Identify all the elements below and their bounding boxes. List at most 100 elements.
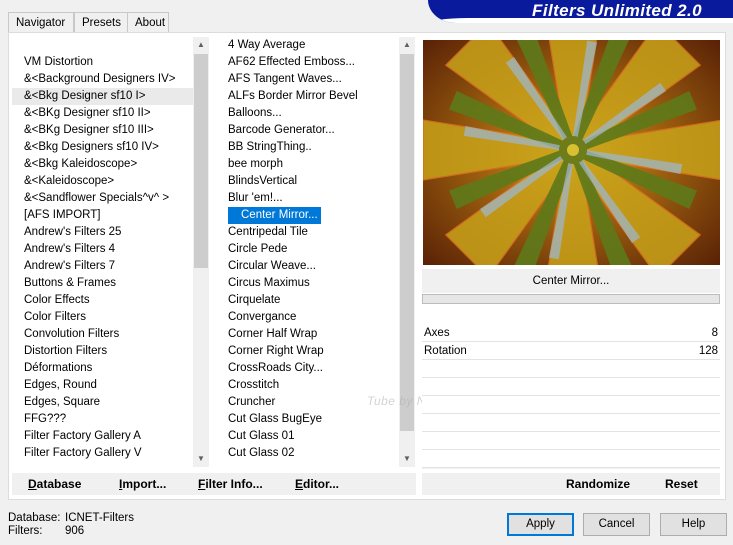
scroll-up-icon[interactable]: ▲ bbox=[193, 37, 209, 53]
filter-item[interactable]: Centripedal Tile bbox=[215, 224, 399, 241]
scroll-thumb[interactable] bbox=[400, 54, 414, 431]
param-row-empty bbox=[422, 360, 720, 378]
filter-item-label: AF62 Effected Emboss... bbox=[228, 56, 355, 68]
category-item[interactable]: Andrew's Filters 25 bbox=[12, 224, 193, 241]
filter-item[interactable]: Corner Half Wrap bbox=[215, 326, 399, 343]
filter-item[interactable]: Convergance bbox=[215, 309, 399, 326]
category-item[interactable]: &<Sandflower Specials^v^ > bbox=[12, 190, 193, 207]
selected-filter-name: Center Mirror... bbox=[422, 269, 720, 293]
category-item[interactable]: &<Bkg Kaleidoscope> bbox=[12, 156, 193, 173]
category-item[interactable]: Filter Factory Gallery A bbox=[12, 428, 193, 445]
status-info: Database: ICNET-Filters Filters: 906 bbox=[8, 512, 134, 538]
category-item[interactable]: &<Background Designers IV> bbox=[12, 71, 193, 88]
title-banner: Filters Unlimited 2.0 bbox=[428, 0, 733, 23]
category-item[interactable]: &<Kaleidoscope> bbox=[12, 173, 193, 190]
filter-item[interactable]: BlindsVertical bbox=[215, 173, 399, 190]
scroll-down-icon[interactable]: ▼ bbox=[193, 451, 209, 467]
category-item[interactable]: VM Distortion bbox=[12, 54, 193, 71]
database-value: ICNET-Filters bbox=[65, 512, 134, 524]
param-value[interactable]: 8 bbox=[712, 324, 718, 342]
filter-info-button[interactable]: Filter Info... bbox=[198, 477, 263, 491]
category-item[interactable]: Andrew's Filters 4 bbox=[12, 241, 193, 258]
apply-button[interactable]: Apply bbox=[507, 513, 574, 536]
database-button[interactable]: Database bbox=[28, 477, 81, 491]
category-item[interactable]: Edges, Round bbox=[12, 377, 193, 394]
filter-item-label: bee morph bbox=[228, 158, 283, 170]
filter-item[interactable]: Barcode Generator... bbox=[215, 122, 399, 139]
editor-button[interactable]: Editor... bbox=[295, 477, 339, 491]
filter-item[interactable]: Balloons... bbox=[215, 105, 399, 122]
category-item[interactable]: &<Bkg Designer sf10 I> bbox=[12, 88, 193, 105]
tab-navigator[interactable]: Navigator bbox=[8, 12, 74, 32]
filter-item[interactable]: Cirquelate bbox=[215, 292, 399, 309]
filter-item[interactable]: ALFs Border Mirror Bevel bbox=[215, 88, 399, 105]
editor-label: ditor... bbox=[303, 477, 340, 491]
help-button[interactable]: Help bbox=[660, 513, 727, 536]
database-label: Database: bbox=[8, 512, 61, 524]
cancel-button[interactable]: Cancel bbox=[583, 513, 650, 536]
category-item[interactable]: Déformations bbox=[12, 360, 193, 377]
filter-item[interactable]: Cut Glass 02 bbox=[215, 445, 399, 462]
scroll-down-icon[interactable]: ▼ bbox=[399, 451, 415, 467]
reset-button[interactable]: Reset bbox=[665, 477, 698, 491]
filter-item[interactable]: BB StringThing.. bbox=[215, 139, 399, 156]
category-item[interactable]: Buttons & Frames bbox=[12, 275, 193, 292]
filter-item[interactable]: 4 Way Average bbox=[215, 37, 399, 54]
filter-item[interactable]: Center Mirror... bbox=[215, 207, 399, 224]
filter-item[interactable]: AF62 Effected Emboss... bbox=[215, 54, 399, 71]
app-title: Filters Unlimited 2.0 bbox=[532, 1, 702, 20]
scroll-up-icon[interactable]: ▲ bbox=[399, 37, 415, 53]
category-item[interactable]: Color Effects bbox=[12, 292, 193, 309]
tab-presets[interactable]: Presets bbox=[74, 12, 128, 32]
param-row-axes[interactable]: Axes 8 bbox=[422, 324, 720, 342]
filters-count-value: 906 bbox=[65, 525, 85, 537]
right-toolbar: Randomize Reset bbox=[422, 473, 720, 495]
filter-item[interactable]: Cut Glass BugEye bbox=[215, 411, 399, 428]
filter-item[interactable]: Circular Weave... bbox=[215, 258, 399, 275]
import-button[interactable]: Import... bbox=[119, 477, 166, 491]
filter-item[interactable]: Circus Maximus bbox=[215, 275, 399, 292]
param-row-empty bbox=[422, 450, 720, 468]
param-row-empty bbox=[422, 378, 720, 396]
filters-count-label: Filters: bbox=[8, 525, 43, 537]
progress-bar bbox=[422, 294, 720, 304]
category-item[interactable]: Filter Factory Gallery V bbox=[12, 445, 193, 462]
filter-item[interactable]: Circle Pede bbox=[215, 241, 399, 258]
category-scrollbar[interactable]: ▲ ▼ bbox=[193, 37, 209, 467]
tab-about[interactable]: About bbox=[127, 12, 169, 32]
database-label: atabase bbox=[36, 477, 82, 491]
category-item[interactable]: Andrew's Filters 7 bbox=[12, 258, 193, 275]
category-list[interactable]: VM Distortion &<Background Designers IV> &… bbox=[12, 37, 209, 467]
param-row-empty bbox=[422, 396, 720, 414]
filter-item[interactable]: Cut Glass 01 bbox=[215, 428, 399, 445]
filter-item-label: BlindsVertical bbox=[228, 175, 298, 187]
param-value[interactable]: 128 bbox=[699, 342, 718, 360]
filter-item-label: Circle Pede bbox=[228, 243, 288, 255]
filter-item-label: Blur 'em!... bbox=[228, 192, 283, 204]
param-name: Rotation bbox=[424, 345, 467, 357]
category-item[interactable]: &<BKg Designer sf10 III> bbox=[12, 122, 193, 139]
category-item[interactable]: FFG??? bbox=[12, 411, 193, 428]
filter-item[interactable]: CrossRoads City... bbox=[215, 360, 399, 377]
filter-item-label: Corner Right Wrap bbox=[228, 345, 324, 357]
randomize-button[interactable]: Randomize bbox=[566, 477, 630, 491]
filter-item-label: Circular Weave... bbox=[228, 260, 316, 272]
filter-item[interactable]: Crosstitch bbox=[215, 377, 399, 394]
filter-item-label: Balloons... bbox=[228, 107, 282, 119]
filter-item[interactable]: bee morph bbox=[215, 156, 399, 173]
filter-item[interactable]: AFS Tangent Waves... bbox=[215, 71, 399, 88]
filter-item[interactable]: Blur 'em!... bbox=[215, 190, 399, 207]
category-item[interactable]: Edges, Square bbox=[12, 394, 193, 411]
category-item[interactable]: Convolution Filters bbox=[12, 326, 193, 343]
filter-item-label: AFS Tangent Waves... bbox=[228, 73, 342, 85]
category-item[interactable]: Color Filters bbox=[12, 309, 193, 326]
category-item[interactable]: [AFS IMPORT] bbox=[12, 207, 193, 224]
filter-item-label: 4 Way Average bbox=[228, 39, 306, 51]
category-item[interactable]: &<BKg Designer sf10 II> bbox=[12, 105, 193, 122]
scroll-thumb[interactable] bbox=[194, 54, 208, 268]
param-row-rotation[interactable]: Rotation 128 bbox=[422, 342, 720, 360]
category-item[interactable]: &<Bkg Designers sf10 IV> bbox=[12, 139, 193, 156]
filter-item[interactable]: Corner Right Wrap bbox=[215, 343, 399, 360]
param-name: Axes bbox=[424, 327, 450, 339]
category-item[interactable]: Distortion Filters bbox=[12, 343, 193, 360]
